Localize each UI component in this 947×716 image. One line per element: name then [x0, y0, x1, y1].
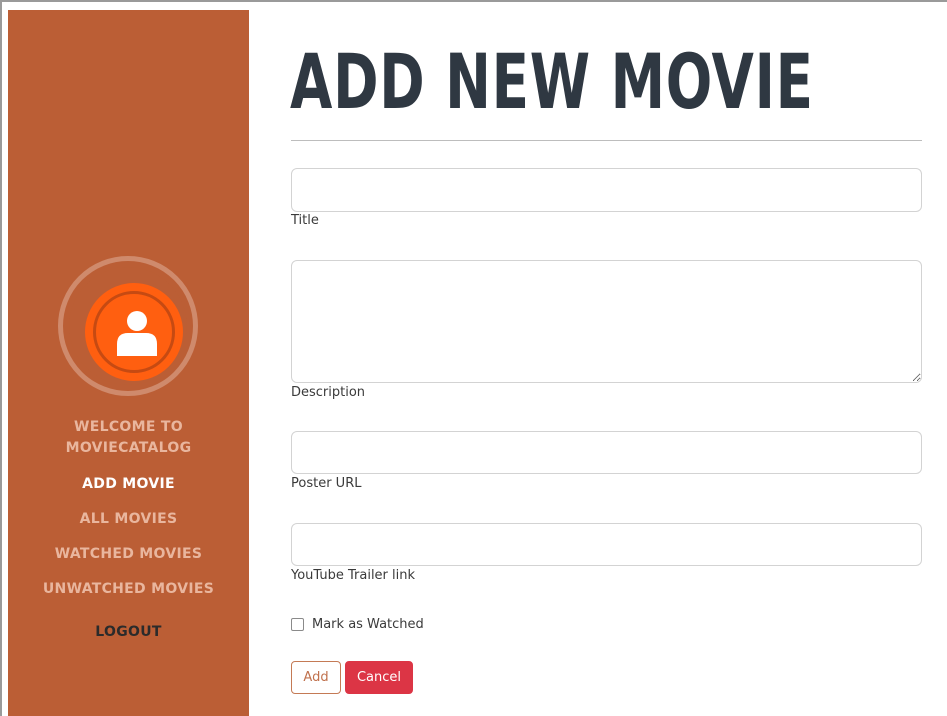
welcome-text: WELCOME TO MOVIECATALOG: [8, 417, 249, 459]
title-divider: [291, 140, 922, 141]
description-label: Description: [291, 385, 366, 400]
sidebar-item-add-movie[interactable]: ADD MOVIE: [8, 474, 249, 495]
avatar-gap: [69, 267, 187, 385]
avatar: [58, 256, 198, 396]
welcome-line-1: WELCOME TO: [74, 419, 183, 435]
avatar-inner-circle: [93, 291, 175, 373]
welcome-line-2: MOVIECATALOG: [65, 440, 192, 456]
add-button[interactable]: Add: [291, 661, 341, 694]
cancel-button[interactable]: Cancel: [345, 661, 413, 694]
page-title: ADD NEW MOVIE: [290, 37, 814, 126]
poster-url-label: Poster URL: [291, 476, 362, 491]
sidebar-item-unwatched-movies[interactable]: UNWATCHED MOVIES: [8, 579, 249, 600]
sidebar-item-watched-movies[interactable]: WATCHED MOVIES: [8, 544, 249, 565]
watched-checkbox[interactable]: [291, 618, 304, 631]
title-input[interactable]: [291, 168, 922, 212]
trailer-link-input[interactable]: [291, 523, 922, 566]
avatar-circle: [85, 283, 183, 381]
description-textarea[interactable]: [291, 260, 922, 383]
trailer-link-label: YouTube Trailer link: [291, 568, 416, 583]
user-icon: [117, 311, 157, 356]
sidebar: WELCOME TO MOVIECATALOG ADD MOVIE ALL MO…: [8, 10, 249, 716]
title-label: Title: [291, 213, 319, 228]
poster-url-input[interactable]: [291, 431, 922, 474]
logout-button[interactable]: LOGOUT: [8, 622, 249, 643]
sidebar-item-all-movies[interactable]: ALL MOVIES: [8, 509, 249, 530]
watched-checkbox-label[interactable]: Mark as Watched: [312, 616, 424, 634]
